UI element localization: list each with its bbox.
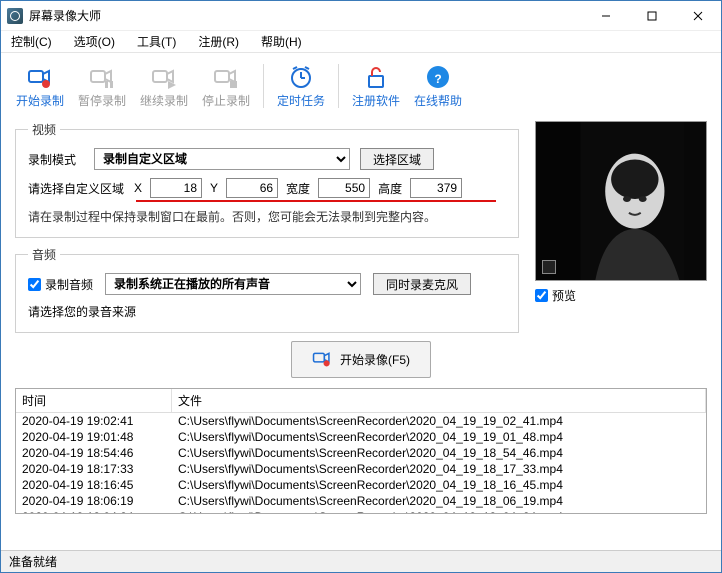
cell-time: 2020-04-19 18:54:46 xyxy=(16,445,172,461)
table-row[interactable]: 2020-04-19 18:04:24C:\Users\flywi\Docume… xyxy=(16,509,706,514)
cell-file: C:\Users\flywi\Documents\ScreenRecorder\… xyxy=(172,445,706,461)
cell-file: C:\Users\flywi\Documents\ScreenRecorder\… xyxy=(172,477,706,493)
cell-time: 2020-04-19 19:01:48 xyxy=(16,429,172,445)
mic-button[interactable]: 同时录麦克风 xyxy=(373,273,471,295)
tool-stop-record[interactable]: 停止录制 xyxy=(197,58,255,114)
video-group: 视频 录制模式 录制自定义区域 选择区域 请选择自定义区域 X Y 宽度 xyxy=(15,121,519,238)
x-input[interactable] xyxy=(150,178,202,198)
cell-time: 2020-04-19 18:16:45 xyxy=(16,477,172,493)
y-input[interactable] xyxy=(226,178,278,198)
mode-label: 录制模式 xyxy=(28,151,84,168)
audio-legend: 音频 xyxy=(28,246,60,263)
camera-play-icon xyxy=(151,64,177,90)
cell-file: C:\Users\flywi\Documents\ScreenRecorder\… xyxy=(172,493,706,509)
menubar: 控制(C) 选项(O) 工具(T) 注册(R) 帮助(H) xyxy=(1,31,721,53)
table-row[interactable]: 2020-04-19 18:06:19C:\Users\flywi\Docume… xyxy=(16,493,706,509)
tool-resume-record[interactable]: 继续录制 xyxy=(135,58,193,114)
preview-checkbox[interactable]: 预览 xyxy=(535,287,707,304)
status-bar: 准备就绪 xyxy=(1,550,721,572)
overlay-icon xyxy=(542,260,556,274)
preview-input[interactable] xyxy=(535,289,548,302)
highlight-underline xyxy=(136,200,496,202)
tool-online-help[interactable]: ? 在线帮助 xyxy=(409,58,467,114)
width-input[interactable] xyxy=(318,178,370,198)
cell-time: 2020-04-19 18:06:19 xyxy=(16,493,172,509)
video-note: 请在录制过程中保持录制窗口在最前。否则，您可能会无法录制到完整内容。 xyxy=(28,208,506,225)
table-row[interactable]: 2020-04-19 19:02:41C:\Users\flywi\Docume… xyxy=(16,413,706,429)
camera-record-icon xyxy=(27,64,53,90)
record-audio-input[interactable] xyxy=(28,278,41,291)
camera-record-icon xyxy=(312,348,332,371)
list-header: 时间 文件 xyxy=(16,389,706,413)
table-row[interactable]: 2020-04-19 18:16:45C:\Users\flywi\Docume… xyxy=(16,477,706,493)
table-row[interactable]: 2020-04-19 19:01:48C:\Users\flywi\Docume… xyxy=(16,429,706,445)
minimize-button[interactable] xyxy=(583,1,629,31)
recordings-list[interactable]: 时间 文件 2020-04-19 19:02:41C:\Users\flywi\… xyxy=(15,388,707,514)
help-icon: ? xyxy=(425,64,451,90)
tool-pause-record[interactable]: 暂停录制 xyxy=(73,58,131,114)
cell-time: 2020-04-19 19:02:41 xyxy=(16,413,172,429)
menu-register[interactable]: 注册(R) xyxy=(194,31,243,52)
col-time[interactable]: 时间 xyxy=(16,389,172,412)
clock-icon xyxy=(288,64,314,90)
custom-area-label: 请选择自定义区域 xyxy=(28,180,124,197)
maximize-button[interactable] xyxy=(629,1,675,31)
preview-panel: 预览 xyxy=(535,121,707,333)
svg-text:?: ? xyxy=(434,72,441,86)
close-button[interactable] xyxy=(675,1,721,31)
tool-start-record[interactable]: 开始录制 xyxy=(11,58,69,114)
window-title: 屏幕录像大师 xyxy=(29,7,583,24)
record-audio-checkbox[interactable]: 录制音频 xyxy=(28,276,93,293)
cell-file: C:\Users\flywi\Documents\ScreenRecorder\… xyxy=(172,429,706,445)
toolbar-separator xyxy=(338,64,339,108)
tool-register[interactable]: 注册软件 xyxy=(347,58,405,114)
width-label: 宽度 xyxy=(284,180,312,197)
cell-file: C:\Users\flywi\Documents\ScreenRecorder\… xyxy=(172,413,706,429)
audio-src-label: 请选择您的录音来源 xyxy=(28,303,506,320)
toolbar: 开始录制 暂停录制 继续录制 停止录制 定时任务 注册软件 ? 在线帮助 xyxy=(1,53,721,117)
table-row[interactable]: 2020-04-19 18:54:46C:\Users\flywi\Docume… xyxy=(16,445,706,461)
y-label: Y xyxy=(208,181,220,195)
tool-schedule[interactable]: 定时任务 xyxy=(272,58,330,114)
cell-file: C:\Users\flywi\Documents\ScreenRecorder\… xyxy=(172,509,706,514)
start-record-button[interactable]: 开始录像(F5) xyxy=(291,341,431,378)
menu-tools[interactable]: 工具(T) xyxy=(133,31,180,52)
menu-control[interactable]: 控制(C) xyxy=(7,31,56,52)
table-row[interactable]: 2020-04-19 18:17:33C:\Users\flywi\Docume… xyxy=(16,461,706,477)
height-label: 高度 xyxy=(376,180,404,197)
record-mode-select[interactable]: 录制自定义区域 xyxy=(94,148,350,170)
camera-pause-icon xyxy=(89,64,115,90)
col-file[interactable]: 文件 xyxy=(172,389,706,412)
titlebar: 屏幕录像大师 xyxy=(1,1,721,31)
preview-image xyxy=(535,121,707,281)
audio-group: 音频 录制音频 录制系统正在播放的所有声音 同时录麦克风 请选择您的录音来源 xyxy=(15,246,519,333)
cell-time: 2020-04-19 18:04:24 xyxy=(16,509,172,514)
cell-time: 2020-04-19 18:17:33 xyxy=(16,461,172,477)
toolbar-separator xyxy=(263,64,264,108)
app-icon xyxy=(7,8,23,24)
unlock-icon xyxy=(363,64,389,90)
status-text: 准备就绪 xyxy=(9,553,57,570)
audio-source-select[interactable]: 录制系统正在播放的所有声音 xyxy=(105,273,361,295)
select-area-button[interactable]: 选择区域 xyxy=(360,148,434,170)
height-input[interactable] xyxy=(410,178,462,198)
cell-file: C:\Users\flywi\Documents\ScreenRecorder\… xyxy=(172,461,706,477)
menu-options[interactable]: 选项(O) xyxy=(70,31,119,52)
camera-stop-icon xyxy=(213,64,239,90)
menu-help[interactable]: 帮助(H) xyxy=(257,31,306,52)
video-legend: 视频 xyxy=(28,121,60,138)
x-label: X xyxy=(132,181,144,195)
